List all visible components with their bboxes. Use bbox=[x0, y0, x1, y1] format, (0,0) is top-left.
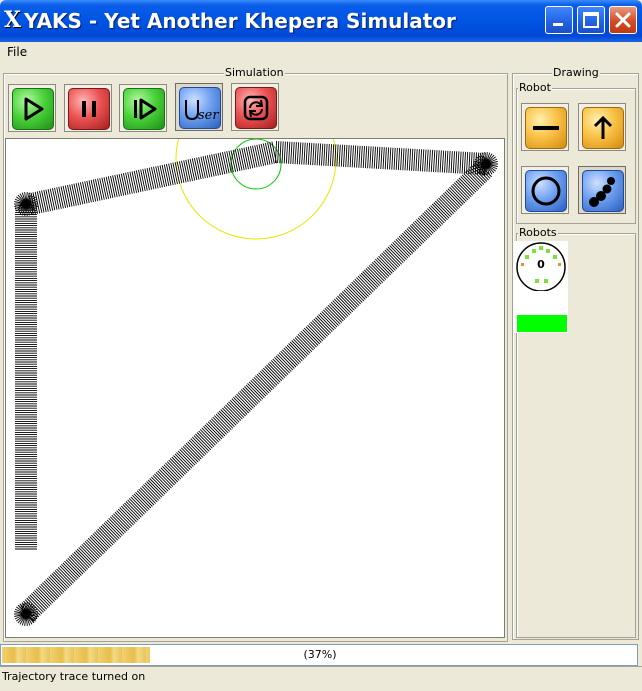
reset-icon bbox=[243, 95, 269, 121]
arena-canvas bbox=[14, 78, 498, 626]
dots-tool-button[interactable] bbox=[578, 166, 626, 214]
minimize-icon bbox=[553, 23, 563, 26]
progress-bar: (37%) bbox=[0, 644, 638, 666]
close-icon bbox=[615, 12, 631, 28]
robot-energy-bar bbox=[517, 315, 567, 332]
robots-group-title: Robots bbox=[518, 226, 558, 239]
dots-icon bbox=[589, 177, 615, 207]
menu-bar: File bbox=[0, 42, 642, 62]
svg-text:ser: ser bbox=[198, 108, 219, 123]
play-button[interactable] bbox=[8, 84, 56, 132]
robot-id-label: 0 bbox=[537, 258, 545, 271]
direction-tool-button[interactable] bbox=[578, 103, 626, 151]
status-bar: Trajectory trace turned on bbox=[0, 666, 642, 691]
status-text: Trajectory trace turned on bbox=[2, 670, 146, 683]
app-x-icon: X bbox=[4, 7, 22, 33]
arrow-up-icon bbox=[593, 115, 613, 139]
pause-icon bbox=[82, 101, 96, 117]
circle-tool-button[interactable] bbox=[521, 166, 569, 214]
step-button[interactable] bbox=[119, 84, 167, 132]
window-title: YAKS - Yet Another Khepera Simulator bbox=[24, 9, 456, 33]
wall-tool-button[interactable] bbox=[521, 103, 569, 151]
menu-file[interactable]: File bbox=[7, 45, 27, 59]
maximize-button[interactable] bbox=[577, 6, 605, 34]
step-icon bbox=[134, 98, 157, 120]
drawing-group-title: Drawing bbox=[552, 66, 600, 79]
robot-list-item[interactable]: 0 bbox=[514, 241, 568, 333]
maximize-icon bbox=[583, 12, 599, 28]
minimize-button[interactable] bbox=[545, 6, 573, 34]
wall-icon bbox=[533, 126, 559, 130]
title-bar[interactable]: X YAKS - Yet Another Khepera Simulator bbox=[0, 0, 642, 42]
play-icon bbox=[24, 97, 44, 121]
simulation-group-title: Simulation bbox=[224, 66, 285, 79]
reset-button[interactable] bbox=[231, 83, 279, 131]
user-icon: ser bbox=[185, 100, 219, 123]
simulation-arena[interactable] bbox=[5, 78, 505, 638]
pause-button[interactable] bbox=[64, 84, 112, 132]
progress-text: (37%) bbox=[303, 648, 337, 661]
user-button[interactable]: ser bbox=[175, 83, 223, 131]
robot-tools-group-title: Robot bbox=[518, 81, 552, 94]
close-button[interactable] bbox=[609, 6, 637, 34]
trajectory-trace bbox=[14, 140, 498, 626]
circle-icon bbox=[531, 176, 561, 206]
